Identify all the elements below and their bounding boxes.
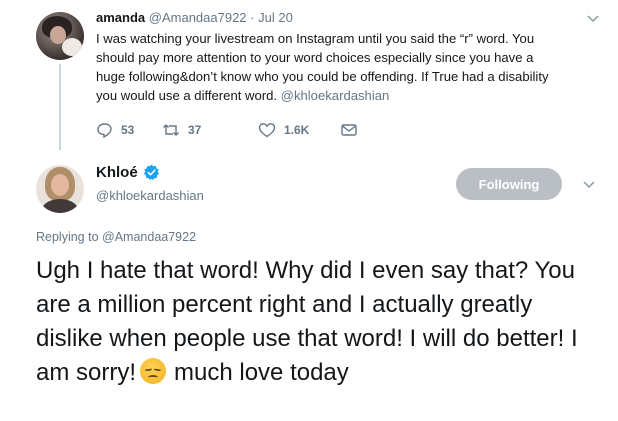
author-name-row: Khloé — [96, 164, 160, 181]
replying-to-handle[interactable]: @Amandaa7922 — [102, 230, 196, 244]
message-button[interactable] — [340, 122, 358, 138]
tweet-text-end: much love today — [174, 359, 349, 386]
tweet-text-fragment: would use a different word. — [120, 88, 278, 103]
tweet-text-fragment: you — [96, 88, 118, 103]
envelope-icon — [341, 124, 357, 136]
chevron-down-icon[interactable] — [586, 11, 600, 25]
retweet-button[interactable]: 37 — [162, 122, 201, 138]
retweet-count: 37 — [188, 123, 202, 137]
retweet-icon — [163, 124, 179, 136]
tweet-text: I was watching your livestream on Instag… — [96, 29, 596, 105]
tweet-text-line: huge following&don’t know who you could … — [96, 69, 549, 84]
mention-link[interactable]: @khloekardashian — [281, 88, 390, 103]
following-button[interactable]: Following — [456, 168, 562, 200]
avatar-face — [51, 174, 69, 196]
amanda-avatar[interactable] — [36, 12, 84, 60]
tweet-text-line: I was watching your livestream on Instag… — [96, 31, 535, 46]
replying-to: Replying to @Amandaa7922 — [36, 230, 196, 244]
author-handle[interactable]: @Amandaa7922 — [149, 10, 247, 25]
tweet-text-line: you would use a different word. @khloeka… — [96, 86, 596, 105]
disappointed-face-emoji — [140, 358, 167, 384]
replying-to-label: Replying to — [36, 230, 99, 244]
chevron-down-icon[interactable] — [582, 177, 596, 191]
reply-tweet: amanda @Amandaa7922 · Jul 20 I was watch… — [0, 0, 618, 150]
heart-icon — [258, 123, 276, 138]
author-name[interactable]: Khloé — [96, 164, 138, 181]
reply-button[interactable]: 53 — [96, 122, 134, 138]
tweet-text: Ugh I hate that word! Why did I even say… — [36, 254, 596, 390]
verified-badge-icon — [143, 164, 159, 181]
thread-line — [59, 64, 61, 150]
header-separator: · — [250, 10, 255, 25]
avatar-dog — [62, 38, 82, 56]
author-handle[interactable]: @khloekardashian — [96, 188, 204, 203]
reply-icon — [97, 123, 112, 138]
author-name[interactable]: amanda — [96, 10, 145, 25]
reply-count: 53 — [121, 123, 135, 137]
tweet-text-line: should pay more attention to your word c… — [96, 50, 534, 65]
tweet-header: amanda @Amandaa7922 · Jul 20 — [96, 10, 293, 25]
like-count: 1.6K — [284, 123, 310, 137]
like-button[interactable]: 1.6K — [258, 122, 309, 138]
avatar-body — [42, 199, 78, 213]
khloe-avatar[interactable] — [36, 165, 84, 213]
tweet-date[interactable]: Jul 20 — [258, 10, 293, 25]
